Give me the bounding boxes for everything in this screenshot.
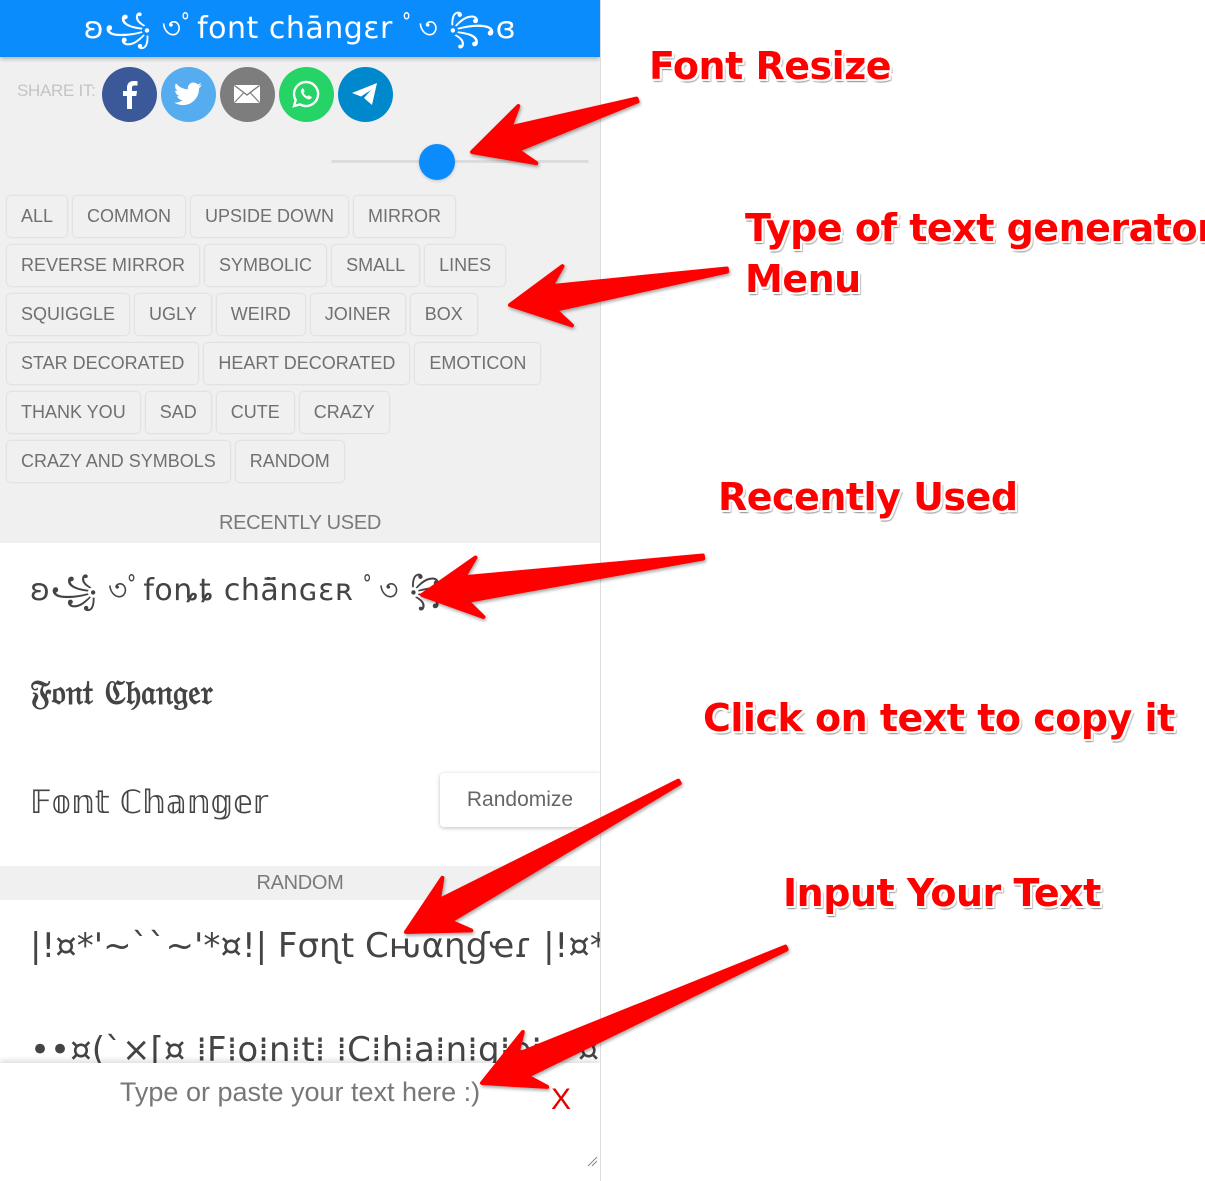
annotation-type-menu-line2: Menu xyxy=(745,257,861,302)
category-button-thank-you[interactable]: THANK YOU xyxy=(7,392,140,433)
random-heading: RANDOM xyxy=(256,872,344,894)
category-button-squiggle[interactable]: SQUIGGLE xyxy=(7,294,130,335)
app-header: ʚ꧁ ৩ﾟfont chāngɛr ﾟ৩ ꧂ɞ xyxy=(0,0,600,57)
font-changer-app: ʚ꧁ ৩ﾟfont chāngɛr ﾟ৩ ꧂ɞ SHARE IT: ALL CO… xyxy=(0,0,601,1181)
share-email-button[interactable] xyxy=(219,66,275,122)
facebook-icon xyxy=(123,81,138,109)
annotation-type-menu-line1: Type of text generator xyxy=(745,206,1205,250)
category-row: CRAZY AND SYMBOLS RANDOM xyxy=(7,441,592,482)
category-row: THANK YOU SAD CUTE CRAZY xyxy=(7,392,592,433)
share-twitter-button[interactable] xyxy=(160,66,216,122)
whatsapp-icon xyxy=(292,80,320,108)
category-button-ugly[interactable]: UGLY xyxy=(135,294,211,335)
slider-track[interactable] xyxy=(331,160,589,163)
randomize-button[interactable]: Randomize xyxy=(440,773,600,827)
annotation-input-text: Input Your Text xyxy=(783,871,1101,915)
category-button-upside-down[interactable]: UPSIDE DOWN xyxy=(191,196,349,237)
random-font-list: |!¤*'~``~'*¤!| Fσɳt Cԋαɳɠҽɾ |!¤*'~``~'*¤… xyxy=(0,900,600,1065)
annotation-font-resize: Font Resize xyxy=(649,44,892,88)
share-whatsapp-button[interactable] xyxy=(278,66,334,122)
share-telegram-button[interactable] xyxy=(337,66,393,122)
category-button-heart-decorated[interactable]: HEART DECORATED xyxy=(204,343,410,384)
share-label: SHARE IT: xyxy=(17,81,96,100)
category-button-box[interactable]: BOX xyxy=(410,294,477,335)
text-input[interactable] xyxy=(0,1063,600,1181)
recently-used-heading: RECENTLY USED xyxy=(218,512,382,534)
category-button-small[interactable]: SMALL xyxy=(332,245,420,286)
twitter-icon xyxy=(174,82,203,106)
clear-input-button[interactable]: X xyxy=(551,1083,571,1117)
recent-font-item[interactable]: 𝔉𝔬𝔫𝔱 ℭ𝔥𝔞𝔫𝔤𝔢𝔯 xyxy=(30,673,213,713)
telegram-icon xyxy=(352,83,378,105)
annotation-recently-used: Recently Used xyxy=(718,475,1018,519)
category-button-weird[interactable]: WEIRD xyxy=(216,294,305,335)
random-font-item[interactable]: ••¤(`×[¤ ⁞F⁞o⁞n⁞t⁞ ⁞C⁞h⁞a⁞n⁞g⁞e⁞r⁞ ¤]×´)… xyxy=(30,1030,600,1065)
category-button-random[interactable]: RANDOM xyxy=(235,441,344,482)
recently-used-list: ʚ꧁ ৩ﾟfoȵȶ chā̈nɢɛʀ ﾟ৩ ꧂ɞ 𝔉𝔬𝔫𝔱 ℭ𝔥𝔞𝔫𝔤𝔢𝔯 𝔽𝕠… xyxy=(0,543,600,866)
category-button-cute[interactable]: CUTE xyxy=(216,392,294,433)
category-button-reverse-mirror[interactable]: REVERSE MIRROR xyxy=(7,245,200,286)
app-title: ʚ꧁ ৩ﾟfont chāngɛr ﾟ৩ ꧂ɞ xyxy=(83,10,517,46)
category-button-star-decorated[interactable]: STAR DECORATED xyxy=(7,343,199,384)
category-row: SQUIGGLE UGLY WEIRD JOINER BOX xyxy=(7,294,592,335)
category-button-common[interactable]: COMMON xyxy=(73,196,186,237)
share-facebook-button[interactable] xyxy=(101,66,157,122)
category-button-joiner[interactable]: JOINER xyxy=(310,294,405,335)
category-button-all[interactable]: ALL xyxy=(7,196,68,237)
annotation-type-menu: Type of text generator Menu xyxy=(745,202,1205,306)
category-button-symbolic[interactable]: SYMBOLIC xyxy=(205,245,327,286)
category-button-emoticon[interactable]: EMOTICON xyxy=(415,343,541,384)
recent-font-item[interactable]: 𝔽𝕠𝕟𝕥 ℂ𝕙𝕒𝕟𝕘𝕖𝕣 xyxy=(30,783,268,821)
share-bar: SHARE IT: xyxy=(17,66,397,122)
category-button-crazy-and-symbols[interactable]: CRAZY AND SYMBOLS xyxy=(7,441,230,482)
category-button-sad[interactable]: SAD xyxy=(145,392,211,433)
annotation-click-to-copy: Click on text to copy it xyxy=(703,696,1175,740)
textarea-resize-handle[interactable] xyxy=(586,1155,598,1167)
category-button-lines[interactable]: LINES xyxy=(425,245,506,286)
category-row: ALL COMMON UPSIDE DOWN MIRROR xyxy=(7,196,592,237)
slider-thumb[interactable] xyxy=(418,144,455,180)
category-button-mirror[interactable]: MIRROR xyxy=(354,196,456,237)
category-menu: ALL COMMON UPSIDE DOWN MIRROR REVERSE MIRROR… xyxy=(7,196,592,490)
category-row: STAR DECORATED HEART DECORATED EMOTICON xyxy=(7,343,592,384)
font-size-slider[interactable] xyxy=(331,144,589,180)
random-font-item[interactable]: |!¤*'~``~'*¤!| Fσɳt Cԋαɳɠҽɾ |!¤*'~``~'*¤… xyxy=(30,926,600,966)
category-button-crazy[interactable]: CRAZY xyxy=(299,392,389,433)
text-input-area: X xyxy=(0,1063,600,1181)
category-row: REVERSE MIRROR SYMBOLIC SMALL LINES xyxy=(7,245,592,286)
recent-font-item[interactable]: ʚ꧁ ৩ﾟfoȵȶ chā̈nɢɛʀ ﾟ৩ ꧂ɞ xyxy=(30,565,477,628)
email-icon xyxy=(234,84,261,103)
